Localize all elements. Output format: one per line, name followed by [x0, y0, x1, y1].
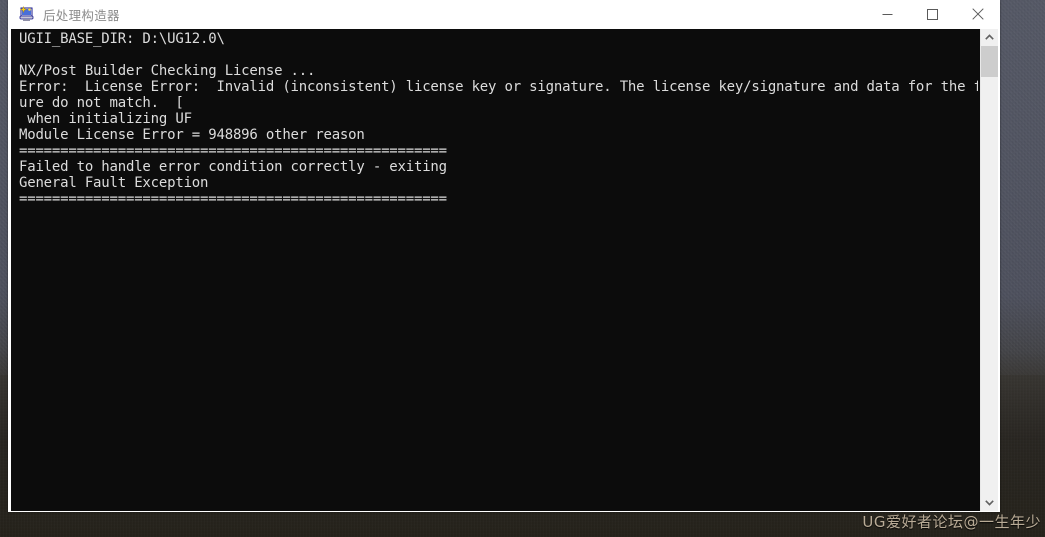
console-scrollbar[interactable]	[980, 29, 998, 511]
console-line: when initializing UF	[19, 111, 192, 127]
console-line: ure do not match. [	[19, 95, 184, 111]
console-line: Failed to handle error condition correct…	[19, 159, 447, 175]
maximize-icon	[927, 8, 938, 20]
scrollbar-up-button[interactable]	[981, 29, 998, 46]
console-line: Error: License Error: Invalid (inconsist…	[19, 79, 978, 95]
scrollbar-down-button[interactable]	[981, 494, 998, 511]
post-builder-app-icon	[18, 5, 35, 23]
scrollbar-track[interactable]	[981, 46, 998, 494]
window-controls	[865, 0, 1000, 28]
console-text: UGII_BASE_DIR: D:\UG12.0\ NX/Post Builder…	[19, 31, 978, 207]
forum-watermark: UG爱好者论坛@一生年少	[862, 513, 1041, 531]
console-line: Module License Error = 948896 other reas…	[19, 127, 365, 143]
console-line: NX/Post Builder Checking License ...	[19, 63, 316, 79]
close-button[interactable]	[955, 0, 1000, 28]
console-line: ========================================…	[19, 191, 447, 207]
maximize-button[interactable]	[910, 0, 955, 28]
scrollbar-thumb[interactable]	[981, 46, 998, 77]
chevron-up-icon	[985, 34, 994, 40]
post-builder-window: 后处理构造器 UGII_BASE_DIR: D:\UG12.0\ NX/Post…	[8, 0, 1000, 512]
console-line: UGII_BASE_DIR: D:\UG12.0\	[19, 31, 225, 47]
console-line: General Fault Exception	[19, 175, 209, 191]
close-icon	[971, 8, 984, 20]
console-output-area[interactable]: UGII_BASE_DIR: D:\UG12.0\ NX/Post Builder…	[11, 29, 998, 511]
console-line: ========================================…	[19, 143, 447, 159]
chevron-down-icon	[985, 500, 994, 506]
minimize-button[interactable]	[865, 0, 910, 28]
window-title-bar[interactable]: 后处理构造器	[8, 0, 1000, 29]
window-title-text: 后处理构造器	[43, 7, 120, 23]
minimize-icon	[882, 13, 893, 15]
